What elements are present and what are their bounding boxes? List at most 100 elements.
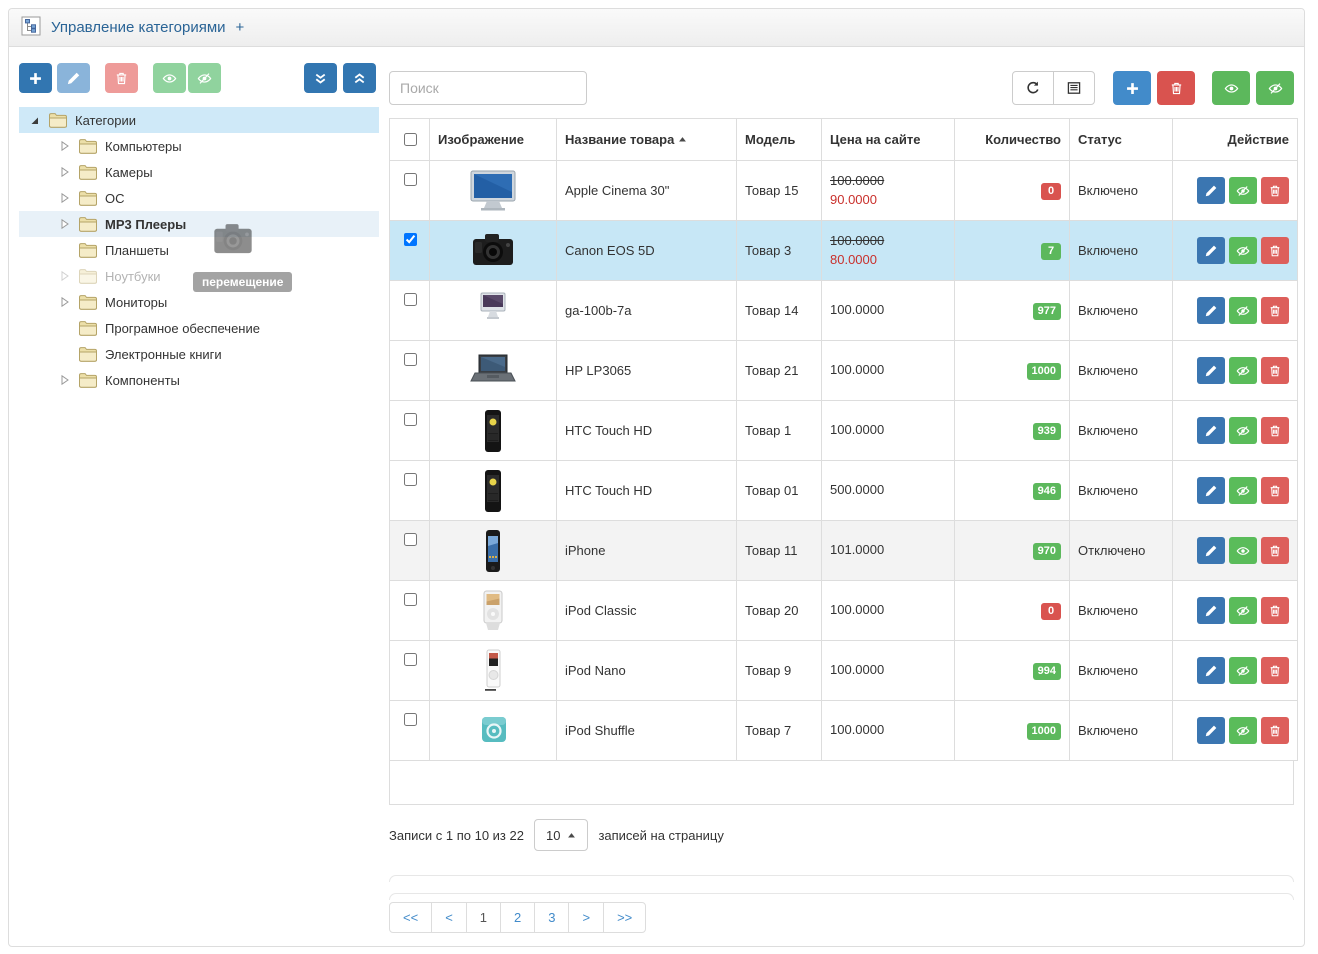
delete-button[interactable] (1261, 537, 1289, 564)
tree-expander-icon[interactable] (57, 191, 71, 205)
row-checkbox[interactable] (404, 293, 417, 306)
hide-button[interactable] (1229, 417, 1257, 444)
edit-button[interactable] (1197, 417, 1225, 444)
sort-asc-icon (678, 132, 687, 147)
row-checkbox[interactable] (404, 713, 417, 726)
product-price: 100.0000 (822, 701, 955, 761)
tree-item[interactable]: Програмное обеспечение (19, 315, 379, 341)
tree-expander-icon[interactable] (57, 139, 71, 153)
hide-button[interactable] (1229, 297, 1257, 324)
page-button[interactable]: < (431, 902, 467, 933)
tree-item[interactable]: MP3 Плееры (19, 211, 379, 237)
row-checkbox[interactable] (404, 533, 417, 546)
edit-button[interactable] (1197, 357, 1225, 384)
edit-button[interactable] (1197, 537, 1225, 564)
edit-button[interactable] (1197, 477, 1225, 504)
tree-item[interactable]: Мониторы (19, 289, 379, 315)
add-category-button[interactable] (19, 63, 52, 93)
edit-button[interactable] (1197, 597, 1225, 624)
page-button[interactable]: 3 (534, 902, 569, 933)
refresh-button[interactable] (1012, 71, 1054, 105)
column-header-model[interactable]: Модель (737, 119, 822, 161)
tree-item[interactable]: Электронные книги (19, 341, 379, 367)
row-checkbox[interactable] (404, 353, 417, 366)
folder-icon (48, 112, 68, 129)
page-button[interactable]: >> (603, 902, 646, 933)
tree-expander-icon[interactable] (57, 165, 71, 179)
tree-expander-icon[interactable] (57, 217, 71, 231)
product-row: ga-100b-7a Товар 14 100.0000 977 Включен… (390, 281, 1298, 341)
page-button[interactable]: << (389, 902, 432, 933)
delete-button[interactable] (1261, 597, 1289, 624)
delete-button[interactable] (1261, 297, 1289, 324)
delete-button[interactable] (1261, 237, 1289, 264)
hide-button[interactable] (1229, 657, 1257, 684)
hide-button[interactable] (1229, 597, 1257, 624)
page-size-dropdown[interactable]: 10 (534, 819, 588, 851)
product-name: Apple Cinema 30" (557, 161, 737, 221)
hide-button[interactable] (1229, 717, 1257, 744)
edit-button[interactable] (1197, 297, 1225, 324)
tree-item[interactable]: Компоненты (19, 367, 379, 393)
delete-button[interactable] (1261, 357, 1289, 384)
row-checkbox[interactable] (404, 593, 417, 606)
edit-category-button[interactable] (57, 63, 90, 93)
hide-button[interactable] (1229, 357, 1257, 384)
add-product-button[interactable] (1113, 71, 1151, 105)
column-header-status[interactable]: Статус (1070, 119, 1173, 161)
column-header-name[interactable]: Название товара (557, 119, 737, 161)
show-category-button[interactable] (153, 63, 186, 93)
tree-expander-icon[interactable] (57, 373, 71, 387)
row-checkbox[interactable] (404, 233, 417, 246)
page-button[interactable]: 2 (500, 902, 535, 933)
tree-expander-icon[interactable] (57, 269, 71, 283)
tree-item[interactable]: Компьютеры (19, 133, 379, 159)
tree-item-label: ОС (105, 191, 125, 206)
delete-category-button[interactable] (105, 63, 138, 93)
product-row: HTC Touch HD Товар 1 100.0000 939 Включе… (390, 401, 1298, 461)
hide-category-button[interactable] (188, 63, 221, 93)
row-checkbox[interactable] (404, 653, 417, 666)
expand-all-button[interactable] (304, 63, 337, 93)
product-name: HTC Touch HD (557, 401, 737, 461)
columns-button[interactable] (1053, 71, 1095, 105)
hide-button[interactable] (1229, 477, 1257, 504)
show-button[interactable] (1229, 537, 1257, 564)
delete-button[interactable] (1261, 417, 1289, 444)
tree-expander-icon[interactable] (27, 113, 41, 127)
row-checkbox[interactable] (404, 413, 417, 426)
price-current: 100.0000 (830, 601, 946, 620)
folder-icon (78, 138, 98, 155)
delete-button[interactable] (1261, 657, 1289, 684)
tree-item[interactable]: ОС (19, 185, 379, 211)
hide-products-button[interactable] (1256, 71, 1294, 105)
show-products-button[interactable] (1212, 71, 1250, 105)
tree-item[interactable]: Категории (19, 107, 379, 133)
column-header-image[interactable]: Изображение (430, 119, 557, 161)
tree-item[interactable]: Планшеты (19, 237, 379, 263)
delete-products-button[interactable] (1157, 71, 1195, 105)
delete-button[interactable] (1261, 717, 1289, 744)
page-button[interactable]: 1 (466, 902, 501, 933)
delete-button[interactable] (1261, 177, 1289, 204)
edit-button[interactable] (1197, 177, 1225, 204)
delete-button[interactable] (1261, 477, 1289, 504)
column-header-quantity[interactable]: Количество (955, 119, 1070, 161)
edit-button[interactable] (1197, 657, 1225, 684)
page-button[interactable]: > (568, 902, 604, 933)
hide-button[interactable] (1229, 177, 1257, 204)
search-input[interactable] (389, 71, 587, 105)
edit-button[interactable] (1197, 717, 1225, 744)
tree-expander-icon[interactable] (57, 295, 71, 309)
column-header-price[interactable]: Цена на сайте (822, 119, 955, 161)
edit-button[interactable] (1197, 237, 1225, 264)
tree-item[interactable]: Камеры (19, 159, 379, 185)
row-checkbox[interactable] (404, 173, 417, 186)
tree-item-label: Планшеты (105, 243, 169, 258)
collapse-all-button[interactable] (343, 63, 376, 93)
column-header-action: Действие (1173, 119, 1298, 161)
panel-add-link[interactable]: + (236, 19, 245, 36)
select-all-checkbox[interactable] (404, 133, 417, 146)
row-checkbox[interactable] (404, 473, 417, 486)
hide-button[interactable] (1229, 237, 1257, 264)
